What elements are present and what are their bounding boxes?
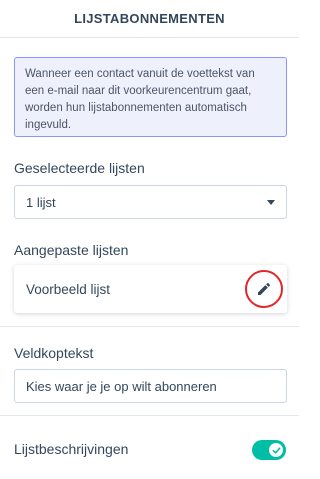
section-divider bbox=[0, 415, 299, 416]
pencil-icon bbox=[258, 282, 271, 295]
field-heading-label: Veldkoptekst bbox=[14, 345, 94, 361]
info-callout: Wanneer een contact vanuit de voettekst … bbox=[14, 57, 287, 137]
list-descriptions-toggle[interactable] bbox=[252, 440, 286, 460]
selected-lists-label: Geselecteerde lijsten bbox=[14, 160, 145, 176]
toggle-knob bbox=[269, 443, 283, 457]
selected-lists-dropdown[interactable]: 1 lijst bbox=[14, 185, 287, 219]
section-divider bbox=[0, 326, 299, 327]
field-heading-input[interactable] bbox=[14, 369, 287, 403]
selected-lists-value: 1 lijst bbox=[26, 194, 56, 210]
list-subscriptions-panel: LIJSTABONNEMENTEN Wanneer een contact va… bbox=[0, 0, 299, 479]
info-text: Wanneer een contact vanuit de voettekst … bbox=[25, 68, 255, 131]
custom-lists-label: Aangepaste lijsten bbox=[14, 242, 129, 258]
checkmark-icon bbox=[272, 446, 280, 454]
edit-list-button[interactable] bbox=[245, 270, 283, 308]
panel-title: LIJSTABONNEMENTEN bbox=[74, 11, 225, 26]
panel-header: LIJSTABONNEMENTEN bbox=[0, 0, 299, 38]
chevron-down-icon bbox=[267, 199, 275, 205]
custom-list-item-name: Voorbeeld lijst bbox=[26, 281, 111, 297]
list-descriptions-label: Lijstbeschrijvingen bbox=[14, 441, 129, 457]
custom-list-item[interactable]: Voorbeeld lijst bbox=[14, 265, 287, 313]
